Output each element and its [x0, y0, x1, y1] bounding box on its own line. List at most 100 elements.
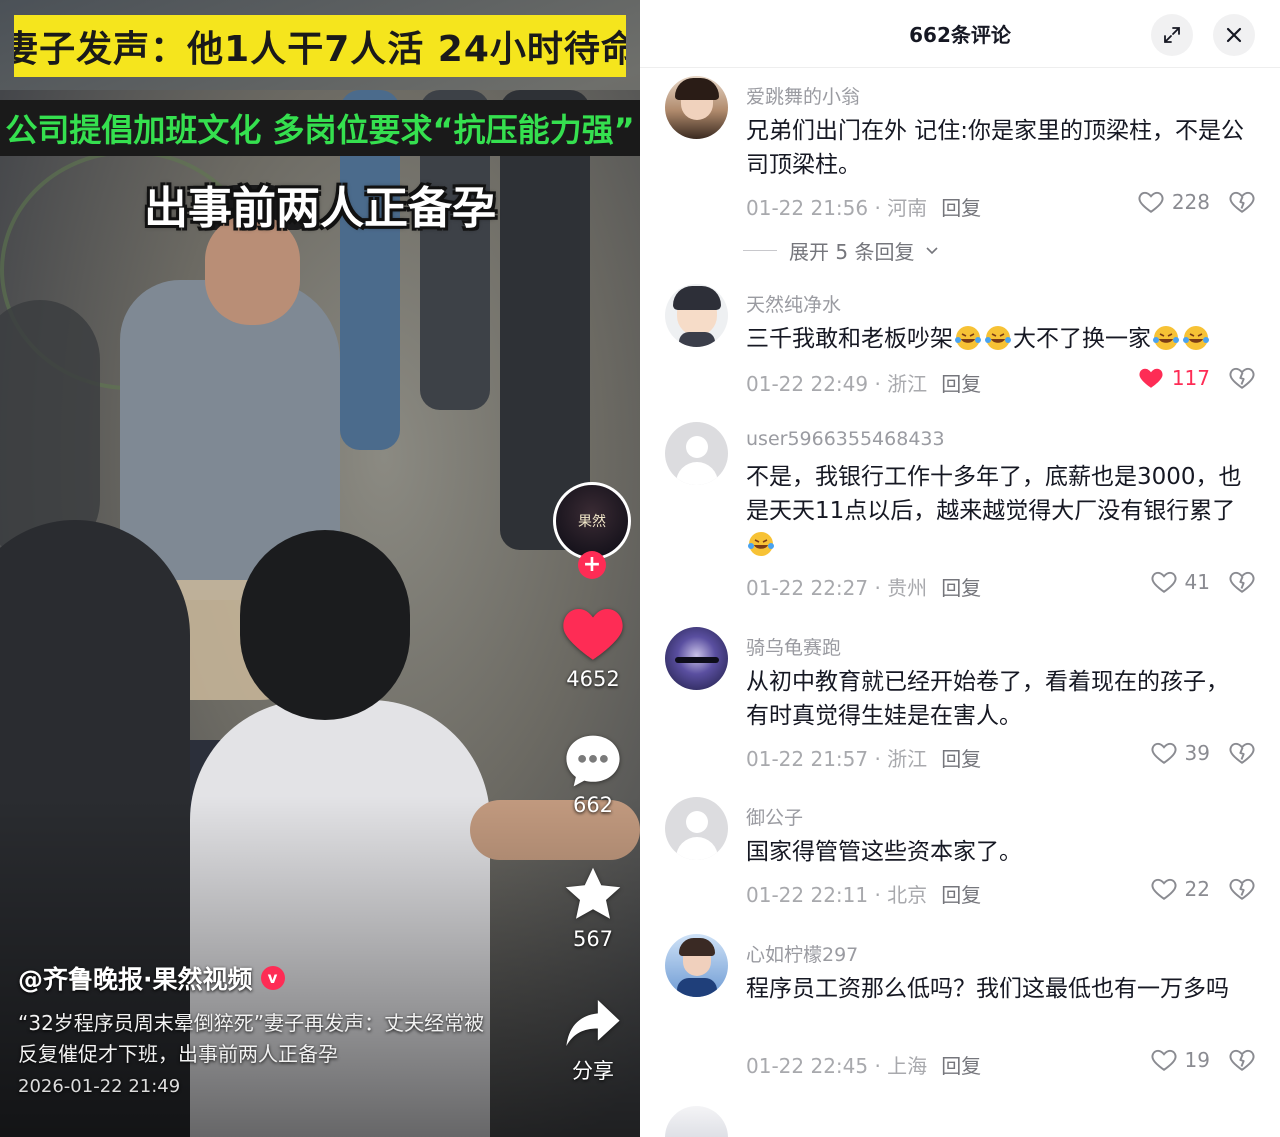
share-button[interactable]: 分享	[552, 995, 634, 1085]
comments-panel: 662条评论 爱跳舞的小翁 兄弟们出门在外 记住:你是家里的顶梁柱，不是公司顶梁…	[640, 0, 1280, 1137]
heart-outline-icon	[1138, 191, 1164, 213]
laughing-tears-emoji-icon	[1153, 326, 1179, 350]
comment-username[interactable]: 心如柠檬297	[746, 940, 858, 967]
comment-meta: 01-22 21:57 · 浙江 回复	[746, 743, 981, 772]
expand-button[interactable]	[1151, 14, 1193, 56]
comment-text: 兄弟们出门在外 记住:你是家里的顶梁柱，不是公司顶梁柱。	[746, 118, 1245, 178]
share-arrow-icon	[566, 1000, 620, 1046]
comment-like-button[interactable]: 228	[1138, 190, 1210, 214]
comment-like-count: 117	[1171, 366, 1210, 390]
video-caption: 出事前两人正备孕	[144, 183, 496, 234]
avatar[interactable]	[665, 422, 728, 485]
comment-button[interactable]: 662	[552, 733, 634, 817]
close-icon	[1226, 27, 1242, 43]
comment-text: 三千我敢和老板吵架 大不了换一家	[746, 322, 1246, 356]
avatar[interactable]	[665, 76, 728, 139]
comment-meta: 01-22 22:27 · 贵州 回复	[746, 572, 981, 601]
like-count: 4652	[566, 667, 620, 691]
comment-time-location: 01-22 22:27 · 贵州	[746, 576, 928, 600]
comment-like-button[interactable]: 19	[1151, 1048, 1210, 1072]
comment-username[interactable]: 天然纯净水	[746, 290, 841, 317]
comment-username[interactable]: 爱跳舞的小翁	[746, 82, 860, 109]
comment-meta: 01-22 22:11 · 北京 回复	[746, 879, 981, 908]
chevron-down-icon	[926, 246, 939, 254]
star-icon	[565, 867, 621, 919]
comment-like-button[interactable]: 39	[1151, 741, 1210, 765]
heart-outline-icon	[1151, 1049, 1177, 1071]
comment-like-count: 41	[1184, 570, 1210, 594]
close-button[interactable]	[1213, 14, 1255, 56]
video-headline-banner: 妻子发声：他1人干7人活 24小时待命	[14, 15, 626, 77]
comment-time-location: 01-22 21:56 · 河南	[746, 196, 928, 220]
comment-like-count: 228	[1171, 190, 1210, 214]
comment-text: 程序员工资那么低吗？我们这最低也有一万多吗	[746, 976, 1229, 1002]
video-player[interactable]: 妻子发声：他1人干7人活 24小时待命 公司提倡加班文化 多岗位要求“抗压能力强…	[0, 0, 640, 1137]
dislike-heart-icon[interactable]	[1229, 1048, 1255, 1072]
comment-like-button[interactable]: 22	[1151, 877, 1210, 901]
comment-meta: 01-22 22:45 · 上海 回复	[746, 1050, 981, 1079]
comment-like-count: 19	[1184, 1048, 1210, 1072]
comment-time-location: 01-22 22:45 · 上海	[746, 1054, 928, 1078]
video-subline-banner: 公司提倡加班文化 多岗位要求“抗压能力强”	[0, 100, 640, 156]
author-avatar[interactable]: 果然	[553, 482, 631, 560]
comment-meta: 01-22 21:56 · 河南 回复	[746, 192, 981, 221]
heart-outline-icon	[1151, 742, 1177, 764]
laughing-tears-emoji-icon	[985, 326, 1011, 350]
comment-text: 国家得管管这些资本家了。	[746, 839, 1022, 865]
dislike-heart-icon[interactable]	[1229, 366, 1255, 390]
comment-username[interactable]: 御公子	[746, 803, 803, 830]
author-avatar-text: 果然	[578, 514, 606, 530]
dislike-heart-icon[interactable]	[1229, 741, 1255, 765]
reply-button[interactable]: 回复	[941, 372, 981, 396]
reply-button[interactable]: 回复	[941, 1054, 981, 1078]
reply-button[interactable]: 回复	[941, 196, 981, 220]
comment-meta: 01-22 22:49 · 浙江 回复	[746, 368, 981, 397]
dislike-heart-icon[interactable]	[1229, 570, 1255, 594]
comment-text-part: 三千我敢和老板吵架	[746, 326, 953, 352]
comment-like-count: 39	[1184, 741, 1210, 765]
expand-replies-button[interactable]: 展开 5 条回复	[743, 236, 939, 265]
share-label: 分享	[572, 1059, 614, 1083]
dislike-heart-icon[interactable]	[1229, 190, 1255, 214]
video-timestamp: 2026-01-22 21:49	[18, 1076, 181, 1097]
comment-like-button[interactable]: 117	[1138, 366, 1210, 390]
comment-username[interactable]: 骑乌龟赛跑	[746, 633, 841, 660]
comment-like-button[interactable]: 41	[1151, 570, 1210, 594]
avatar[interactable]	[665, 284, 728, 347]
heart-icon	[563, 609, 623, 660]
comment-time-location: 01-22 22:11 · 北京	[746, 883, 928, 907]
divider	[743, 250, 777, 251]
reply-button[interactable]: 回复	[941, 576, 981, 600]
comment-text-part: 不是，我银行工作十多年了，底薪也是3000，也是天天11点以后，越来越觉得大厂没…	[746, 464, 1242, 524]
comment-count: 662	[572, 793, 614, 817]
comment-text: 不是，我银行工作十多年了，底薪也是3000，也是天天11点以后，越来越觉得大厂没…	[746, 460, 1246, 562]
comment-time-location: 01-22 22:49 · 浙江	[746, 372, 928, 396]
avatar[interactable]	[665, 934, 728, 997]
verified-badge-icon: v	[260, 966, 285, 990]
heart-outline-icon	[1151, 571, 1177, 593]
dislike-heart-icon[interactable]	[1229, 877, 1255, 901]
reply-button[interactable]: 回复	[941, 747, 981, 771]
like-button[interactable]: 4652	[552, 603, 634, 691]
author-row[interactable]: @齐鲁晚报·果然视频 v	[18, 960, 285, 996]
reply-button[interactable]: 回复	[941, 883, 981, 907]
comment-bubble-icon	[566, 735, 620, 787]
laughing-tears-emoji-icon	[1183, 326, 1209, 350]
favorite-count: 567	[572, 927, 614, 951]
expand-replies-label: 展开 5 条回复	[789, 240, 915, 264]
avatar[interactable]	[665, 797, 728, 860]
expand-icon	[1164, 27, 1180, 43]
comments-header: 662条评论	[640, 0, 1280, 68]
comment-time-location: 01-22 21:57 · 浙江	[746, 747, 928, 771]
avatar[interactable]	[665, 627, 728, 690]
comment-like-count: 22	[1184, 877, 1210, 901]
comment-text-part: 大不了换一家	[1013, 326, 1151, 352]
comment-username[interactable]: user5966355468433	[746, 428, 945, 450]
avatar[interactable]	[665, 1106, 728, 1137]
follow-button[interactable]: +	[578, 551, 606, 579]
comment-text: 从初中教育就已经开始卷了，看着现在的孩子，有时真觉得生娃是在害人。	[746, 669, 1229, 729]
heart-outline-icon	[1151, 878, 1177, 900]
favorite-button[interactable]: 567	[552, 865, 634, 951]
video-description: “32岁程序员周末晕倒猝死”妻子再发声：丈夫经常被反复催促才下班，出事前两人正备…	[18, 1011, 485, 1066]
author-name[interactable]: @齐鲁晚报·果然视频	[18, 960, 253, 996]
